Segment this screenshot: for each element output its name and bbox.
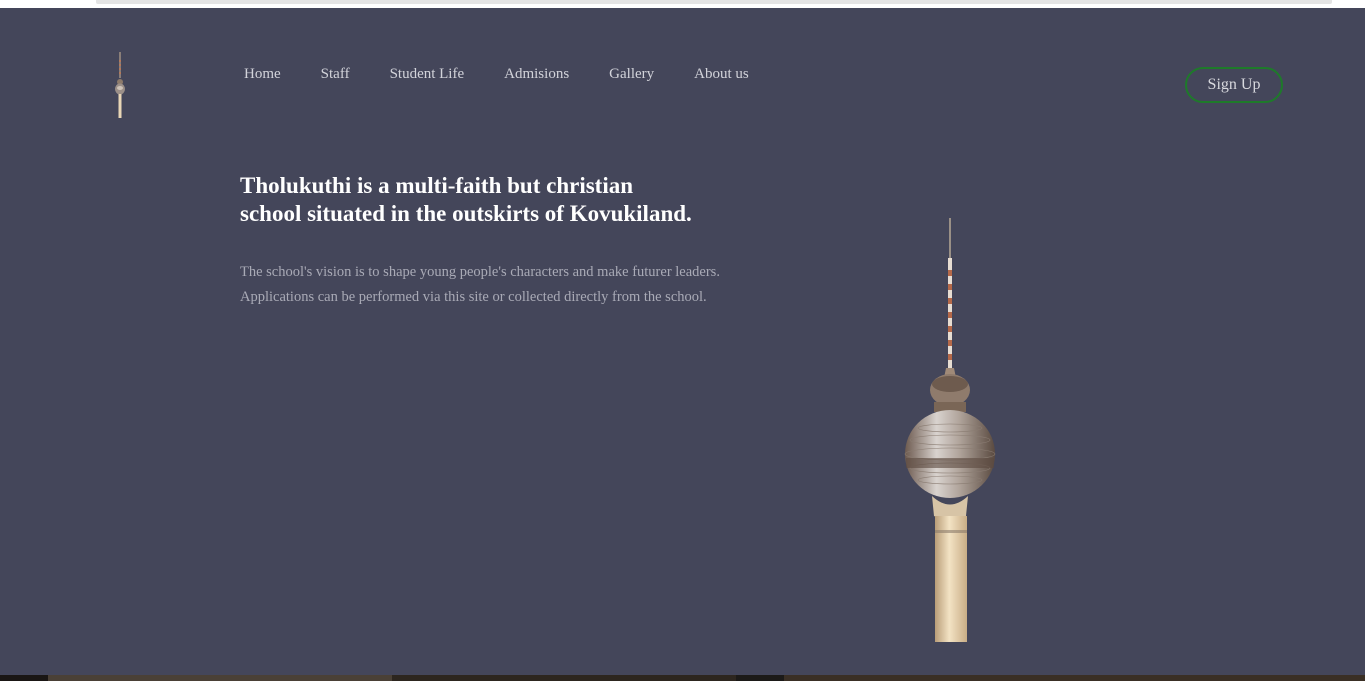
main-navigation: Home Staff Student Life Admisions Galler… bbox=[244, 66, 789, 83]
page-header-section bbox=[0, 8, 1365, 675]
hero-headline-line-1: Tholukuthi is a multi-faith but christia… bbox=[240, 173, 634, 198]
nav-admisions[interactable]: Admisions bbox=[504, 66, 569, 83]
nav-student-life[interactable]: Student Life bbox=[390, 66, 465, 83]
hero-description-line-1: The school's vision is to shape young pe… bbox=[240, 264, 720, 280]
nav-about-us[interactable]: About us bbox=[694, 66, 749, 83]
browser-top-bar bbox=[0, 0, 1365, 8]
sign-up-button[interactable]: Sign Up bbox=[1185, 67, 1283, 103]
tv-tower-image bbox=[904, 218, 996, 642]
tv-tower-icon[interactable] bbox=[112, 52, 128, 118]
hero-headline-line-2: school situated in the outskirts of Kovu… bbox=[240, 201, 692, 226]
hero-headline: Tholukuthi is a multi-faith but christia… bbox=[240, 172, 800, 228]
horizontal-scrollbar[interactable] bbox=[96, 0, 1332, 4]
hero-description-line-2: Applications can be performed via this s… bbox=[240, 289, 707, 305]
nav-home[interactable]: Home bbox=[244, 66, 281, 83]
nav-gallery[interactable]: Gallery bbox=[609, 66, 654, 83]
nav-staff[interactable]: Staff bbox=[321, 66, 350, 83]
bottom-image-strip bbox=[0, 675, 1365, 681]
hero-description: The school's vision is to shape young pe… bbox=[240, 260, 840, 310]
